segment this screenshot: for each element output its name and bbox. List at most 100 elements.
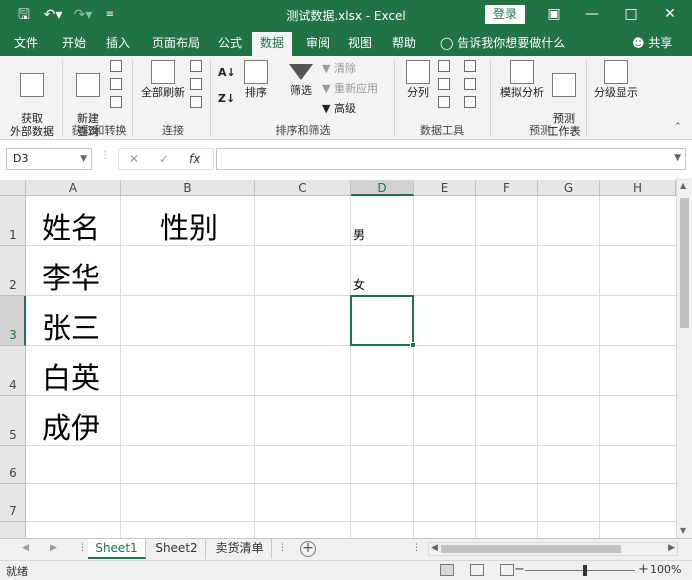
scroll-split-icon[interactable]: ⋮ <box>412 543 421 553</box>
row-header-4[interactable]: 4 <box>0 346 26 396</box>
column-header-f[interactable]: F <box>476 180 538 196</box>
tab-formulas[interactable]: 公式 <box>210 34 250 56</box>
login-button[interactable]: 登录 <box>485 5 525 24</box>
sheet-tab-sheet1[interactable]: Sheet1 <box>88 539 146 559</box>
cancel-icon[interactable]: ✕ <box>129 149 139 169</box>
cell-b1[interactable]: 性别 <box>160 210 218 246</box>
column-header-d[interactable]: D <box>351 180 414 196</box>
enter-icon[interactable]: ✓ <box>159 149 169 169</box>
column-header-c[interactable]: C <box>255 180 351 196</box>
tab-page-layout[interactable]: 页面布局 <box>144 34 208 56</box>
get-external-data-button[interactable]: 获取 外部数据 <box>6 60 58 138</box>
tab-help[interactable]: 帮助 <box>384 34 424 56</box>
column-header-a[interactable]: A <box>26 180 121 196</box>
normal-view-icon[interactable] <box>440 564 454 576</box>
scrollbar-thumb[interactable] <box>441 545 621 553</box>
column-header-g[interactable]: G <box>538 180 600 196</box>
tab-view[interactable]: 视图 <box>340 34 380 56</box>
sheet-tab-sheet2[interactable]: Sheet2 <box>148 539 206 559</box>
tell-me-box[interactable]: ◯ 告诉我你想要做什么 <box>440 34 565 52</box>
connections-icon[interactable] <box>190 60 205 74</box>
tab-data[interactable]: 数据 <box>252 32 292 56</box>
zoom-out-icon[interactable]: − <box>514 562 525 577</box>
page-break-view-icon[interactable] <box>500 564 514 576</box>
ribbon-display-icon[interactable]: ▣ <box>544 4 564 24</box>
name-box[interactable]: D3 ▼ <box>6 148 92 170</box>
cell-a1[interactable]: 姓名 <box>42 210 100 246</box>
sheet-more-icon[interactable]: ⋮ <box>278 543 287 553</box>
sheet-more-icon[interactable]: ⋮ <box>78 543 87 553</box>
page-layout-view-icon[interactable] <box>470 564 484 576</box>
tab-review[interactable]: 审阅 <box>298 34 338 56</box>
consolidate-icon[interactable] <box>464 60 479 74</box>
text-to-columns-button[interactable]: 分列 <box>402 60 434 99</box>
cell-d1[interactable]: 男 <box>353 228 365 242</box>
recent-sources-icon[interactable] <box>110 96 125 110</box>
insert-function-icon[interactable]: fx <box>189 149 200 169</box>
fill-handle[interactable] <box>410 342 416 348</box>
zoom-in-icon[interactable]: + <box>638 562 649 577</box>
manage-data-model-icon[interactable] <box>464 96 479 110</box>
advanced-button[interactable]: ▼ 高级 <box>322 102 356 116</box>
filter-button[interactable]: 筛选 <box>284 60 318 97</box>
properties-icon[interactable] <box>190 78 205 92</box>
tab-file[interactable]: 文件 <box>6 34 46 56</box>
from-table-icon[interactable] <box>110 78 125 92</box>
scroll-right-icon[interactable]: ▶ <box>668 543 675 553</box>
maximize-icon[interactable]: □ <box>621 4 641 24</box>
collapse-ribbon-icon[interactable]: ⌃ <box>674 120 682 134</box>
row-header-5[interactable]: 5 <box>0 396 26 446</box>
tab-insert[interactable]: 插入 <box>98 34 138 56</box>
row-header-6[interactable]: 6 <box>0 446 26 484</box>
cell-d2[interactable]: 女 <box>353 278 365 292</box>
sort-az-icon[interactable]: A↓ <box>218 66 236 80</box>
expand-formula-icon[interactable]: ▼ <box>674 153 681 163</box>
selected-cell-d3[interactable] <box>350 295 416 348</box>
data-validation-icon[interactable] <box>438 96 453 110</box>
minimize-icon[interactable]: — <box>582 4 602 24</box>
column-header-e[interactable]: E <box>414 180 476 196</box>
column-header-b[interactable]: B <box>121 180 255 196</box>
sheet-tab-sales-list[interactable]: 卖货清单 <box>208 539 272 559</box>
zoom-slider[interactable] <box>525 570 635 571</box>
row-header-3[interactable]: 3 <box>0 296 26 346</box>
row-header-2[interactable]: 2 <box>0 246 26 296</box>
show-queries-icon[interactable] <box>110 60 125 74</box>
next-sheet-icon[interactable]: ▶ <box>50 543 57 553</box>
scrollbar-thumb[interactable] <box>680 198 689 328</box>
vertical-scrollbar[interactable]: ▲ ▼ <box>676 178 692 538</box>
cell-a2[interactable]: 李华 <box>42 260 100 296</box>
close-icon[interactable]: ✕ <box>660 4 680 24</box>
scroll-left-icon[interactable]: ◀ <box>431 543 438 553</box>
flash-fill-icon[interactable] <box>438 60 453 74</box>
clear-button[interactable]: ▼ 清除 <box>322 62 356 76</box>
zoom-slider-knob[interactable] <box>583 565 587 576</box>
row-header-7[interactable]: 7 <box>0 484 26 522</box>
cell-a4[interactable]: 白英 <box>42 360 100 396</box>
scroll-down-icon[interactable]: ▼ <box>680 526 686 535</box>
remove-duplicates-icon[interactable] <box>438 78 453 92</box>
refresh-all-button[interactable]: 全部刷新 <box>140 60 186 99</box>
column-header-h[interactable]: H <box>600 180 676 196</box>
reapply-button[interactable]: ▼ 重新应用 <box>322 82 378 96</box>
edit-links-icon[interactable] <box>190 96 205 110</box>
formula-input[interactable]: ▼ <box>216 148 686 170</box>
cell-a3[interactable]: 张三 <box>42 310 100 346</box>
tab-home[interactable]: 开始 <box>54 34 94 56</box>
zoom-level[interactable]: 100% <box>650 563 681 576</box>
sort-button[interactable]: 排序 <box>240 60 272 99</box>
share-button[interactable]: ☻ 共享 <box>632 34 672 52</box>
select-all-corner[interactable] <box>0 180 26 196</box>
row-header-1[interactable]: 1 <box>0 196 26 246</box>
sort-za-icon[interactable]: Z↓ <box>218 92 235 106</box>
outline-button[interactable]: 分级显示 <box>592 60 640 99</box>
scroll-up-icon[interactable]: ▲ <box>680 181 686 190</box>
cell-a5[interactable]: 成伊 <box>42 410 100 446</box>
what-if-analysis-button[interactable]: 模拟分析 <box>498 60 546 99</box>
add-sheet-icon[interactable]: + <box>300 541 316 557</box>
horizontal-scrollbar[interactable]: ◀ ▶ <box>428 542 678 556</box>
relationships-icon[interactable] <box>464 78 479 92</box>
row-header-8[interactable] <box>0 522 26 538</box>
worksheet-grid[interactable]: A B C D E F G H 1 2 3 4 5 6 7 姓名 性别 李华 张… <box>0 178 692 538</box>
prev-sheet-icon[interactable]: ◀ <box>22 543 29 553</box>
